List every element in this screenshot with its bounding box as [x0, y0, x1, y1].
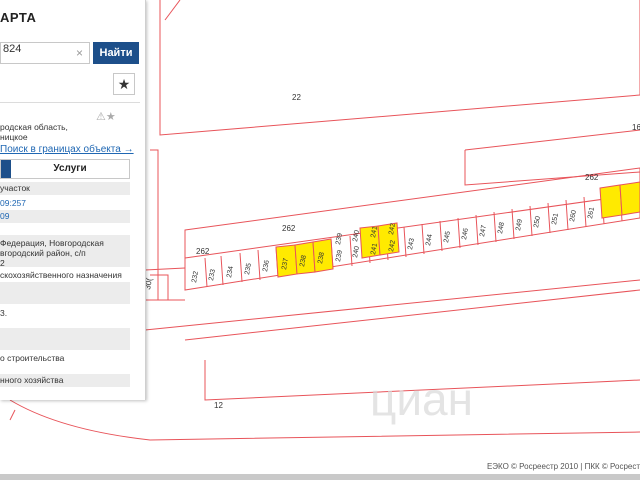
lot-label: 260 [569, 210, 578, 223]
lot-strip [184, 167, 640, 291]
label-12: 12 [214, 401, 223, 410]
map-credits: ЕЭКО © Росреестр 2010 | ПКК © Росрест [486, 462, 640, 471]
lot-label: 261 [587, 207, 596, 220]
search-in-bounds-link[interactable]: Поиск в границах объекта → [0, 144, 134, 155]
lot-label: 247 [479, 225, 488, 238]
lot-label: 244 [425, 234, 434, 247]
favorite-star-icon[interactable]: ★ [113, 73, 135, 95]
lot-label: 234 [226, 266, 235, 279]
label-16: 16 [632, 123, 640, 132]
parcel-22 [159, 0, 640, 136]
info-row-number[interactable]: 09:257 [0, 197, 130, 209]
taskbar [0, 474, 640, 480]
lot-label: 245 [443, 231, 452, 244]
info-row-address-2: вгородский район, с/п [0, 248, 86, 258]
info-panel: АРТА 824 × Найти ★ ⚠★ родская область, н… [0, 0, 146, 400]
lot-label: 248 [497, 222, 506, 235]
info-row-address-3: 2 [0, 258, 5, 268]
tab-info[interactable] [1, 160, 11, 178]
lot-label: 239 [335, 250, 344, 263]
info-row-block[interactable]: 09 [0, 210, 130, 223]
divider [0, 102, 140, 103]
info-row-type: участок [0, 182, 130, 195]
tab-services[interactable]: Услуги [11, 160, 129, 178]
lot-label: 236 [262, 260, 271, 273]
address-line-2: ницкое [0, 132, 28, 142]
panel-title: АРТА [0, 10, 37, 25]
info-row-use: о строительства [0, 353, 65, 363]
info-row-category: скохозяйственного назначения [0, 270, 122, 280]
lot-label: 235 [244, 263, 253, 276]
lot-label: 251 [551, 213, 560, 226]
tabs: Услуги [0, 159, 130, 179]
lot-label: 233 [208, 269, 217, 282]
info-row-use-2: нного хозяйства [0, 374, 130, 387]
lot-label: 239 [335, 233, 344, 246]
lot-label: 240 [352, 246, 361, 259]
lot-label: 240 [352, 230, 361, 243]
find-button[interactable]: Найти [93, 42, 139, 64]
search-row: 824 × Найти [0, 42, 145, 64]
info-row-area: 3. [0, 308, 8, 318]
lot-261b [619, 181, 640, 216]
info-row-address-1: Федерация, Новгородская [0, 238, 104, 248]
lot-label: 232 [191, 271, 200, 284]
lot-label: 246 [461, 228, 470, 241]
watermark: циан [370, 373, 473, 425]
info-row-gray-2 [0, 328, 130, 350]
info-row-gray [0, 282, 130, 304]
warning-star-icons[interactable]: ⚠★ [96, 110, 116, 123]
lot-261a [599, 184, 623, 219]
clear-icon[interactable]: × [76, 46, 83, 60]
lot-label: 250 [533, 216, 542, 229]
label-22: 22 [292, 93, 301, 102]
label-262b: 262 [282, 224, 296, 233]
lot-label: 243 [407, 238, 416, 251]
lot-label: 249 [515, 219, 524, 232]
label-262c: 262 [196, 247, 210, 256]
lot-labels: 232 233 234 235 236 237 238 238 2392392402402412… [191, 207, 596, 284]
highlighted-lots [275, 181, 640, 278]
label-262a: 262 [585, 173, 599, 182]
address-line-1: родская область, [0, 122, 68, 132]
